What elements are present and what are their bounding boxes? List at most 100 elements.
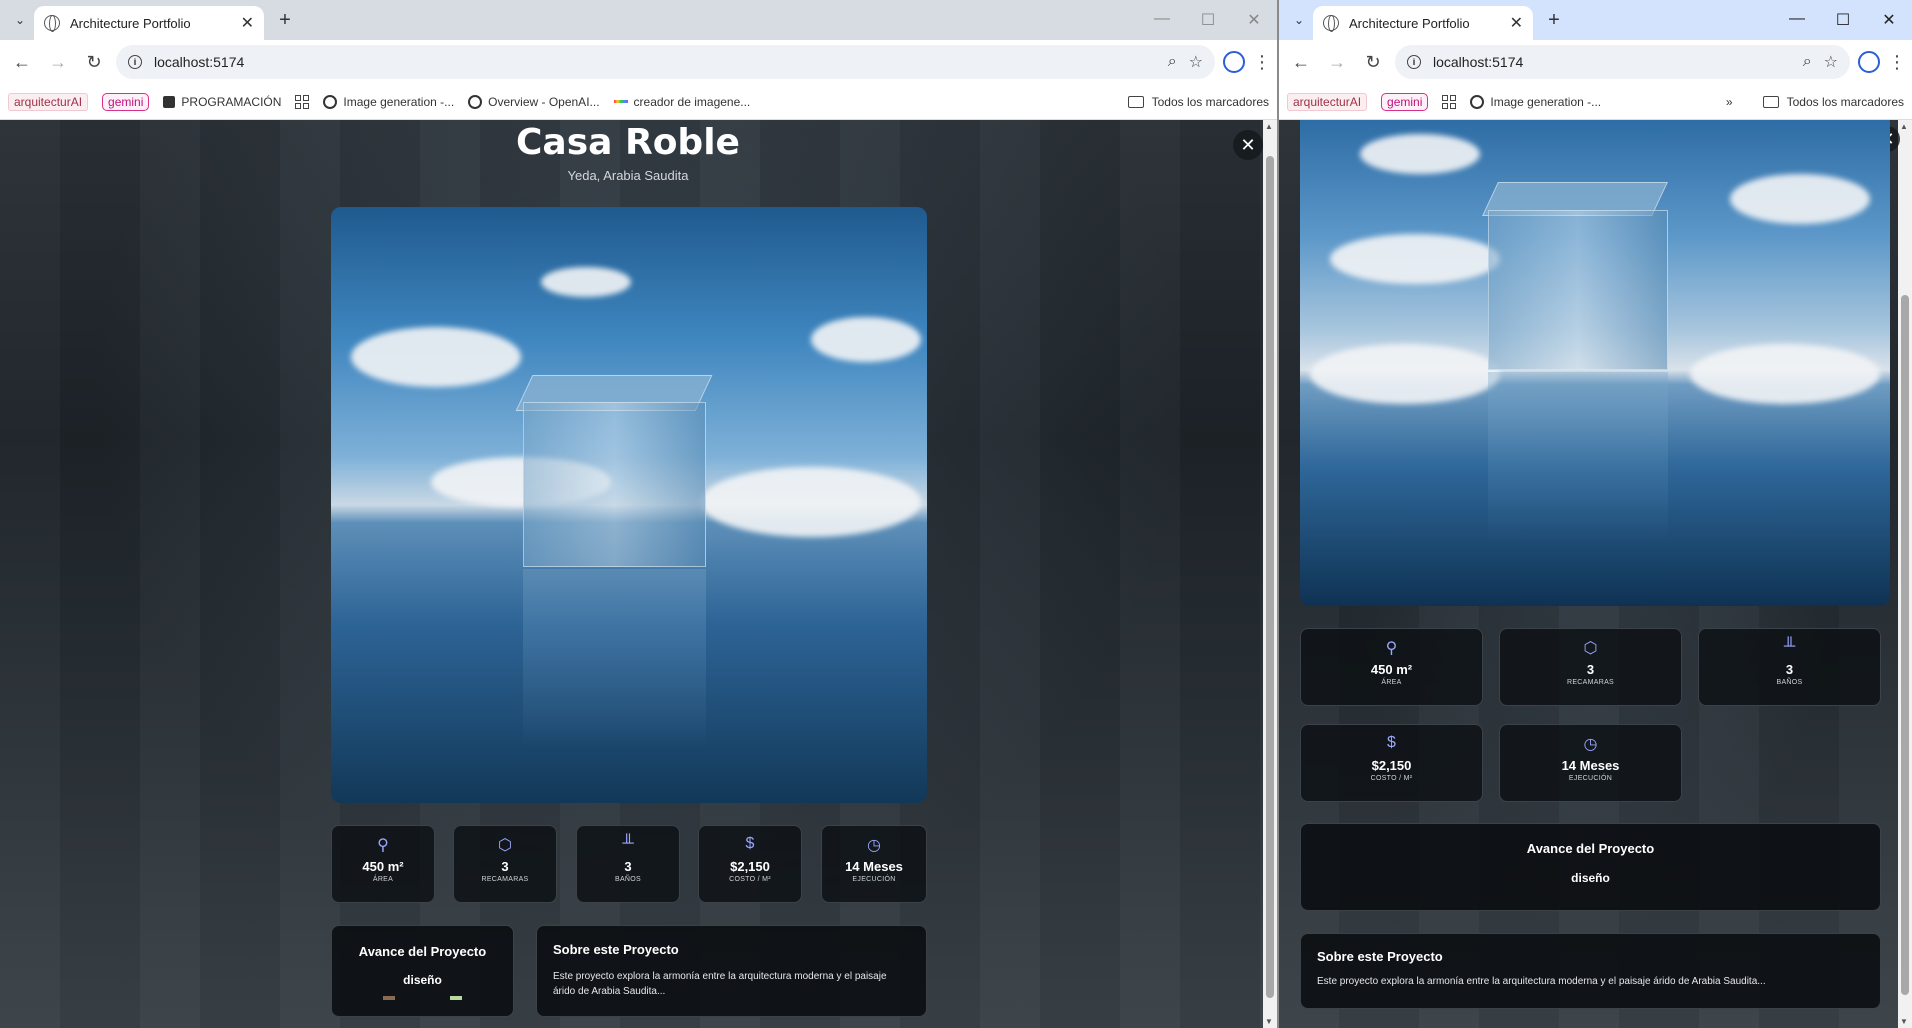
scroll-up-icon[interactable]: ▲ bbox=[1265, 122, 1273, 131]
all-bookmarks-label: Todos los marcadores bbox=[1151, 94, 1269, 109]
progress-title: Avance del Proyecto bbox=[358, 944, 487, 959]
close-window-icon[interactable]: ✕ bbox=[1231, 10, 1277, 30]
maximize-icon[interactable]: ☐ bbox=[1185, 10, 1231, 30]
project-location: Yeda, Arabia Saudita bbox=[567, 168, 689, 183]
openai-icon bbox=[468, 94, 483, 109]
window-controls: — ☐ ✕ bbox=[1774, 10, 1912, 30]
scrollbar-thumb[interactable] bbox=[1901, 295, 1909, 995]
openai-icon bbox=[323, 94, 338, 109]
all-bookmarks[interactable]: Todos los marcadores bbox=[1127, 94, 1269, 109]
back-icon[interactable]: ← bbox=[1287, 48, 1315, 76]
tab-architecture-portfolio[interactable]: Architecture Portfolio ✕ bbox=[34, 6, 264, 40]
scroll-down-icon[interactable]: ▼ bbox=[1265, 1017, 1273, 1026]
about-text: Este proyecto explora la armonía entre l… bbox=[1317, 976, 1766, 987]
bookmark-image-generation[interactable]: Image generation -... bbox=[323, 94, 454, 109]
forward-icon[interactable]: → bbox=[1323, 48, 1351, 76]
folder-icon bbox=[1762, 95, 1779, 108]
new-tab-button[interactable]: + bbox=[270, 9, 300, 32]
progress-card: Avance del Proyecto diseño bbox=[1300, 823, 1881, 911]
about-title: Sobre este Proyecto bbox=[1317, 949, 1443, 964]
tab-strip: ⌄ Architecture Portfolio ✕ + — ☐ ✕ bbox=[0, 0, 1277, 40]
close-window-icon[interactable]: ✕ bbox=[1866, 10, 1912, 30]
stat-value: $2,150 bbox=[1371, 758, 1412, 773]
clock-icon: ◷ bbox=[1583, 736, 1598, 753]
all-bookmarks-label: Todos los marcadores bbox=[1786, 94, 1904, 109]
scroll-down-icon[interactable]: ▼ bbox=[1900, 1017, 1908, 1026]
bookmark-star-icon[interactable]: ☆ bbox=[1824, 52, 1838, 72]
zoom-icon[interactable]: ⌕ bbox=[1803, 53, 1812, 71]
bookmark-arquitecturai[interactable]: arquitecturAI bbox=[1287, 92, 1368, 111]
bookmark-label: Image generation -... bbox=[1490, 94, 1602, 109]
stat-value: 14 Meses bbox=[1561, 758, 1620, 773]
tab-search-chevron-icon[interactable]: ⌄ bbox=[1285, 6, 1313, 34]
progress-dot-green bbox=[450, 996, 462, 1000]
address-bar[interactable]: i localhost:5174 ⌕ ☆ bbox=[1395, 45, 1850, 79]
stat-area: ⚲ 450 m² ÁREA bbox=[331, 825, 435, 903]
project-image bbox=[331, 207, 927, 803]
apps-icon[interactable] bbox=[1442, 94, 1457, 109]
bookmark-gemini[interactable]: gemini bbox=[1381, 92, 1429, 111]
close-tab-icon[interactable]: ✕ bbox=[1510, 13, 1523, 33]
area-icon: ⚲ bbox=[1385, 640, 1398, 657]
menu-icon[interactable]: ⋮ bbox=[1888, 52, 1906, 73]
bookmark-overview-openai[interactable]: Overview - OpenAI... bbox=[468, 94, 600, 109]
apps-icon[interactable] bbox=[295, 94, 310, 109]
bath-icon: ╨ bbox=[622, 835, 634, 852]
close-tab-icon[interactable]: ✕ bbox=[241, 13, 254, 33]
clock-icon: ◷ bbox=[867, 837, 881, 854]
site-info-icon[interactable]: i bbox=[1407, 55, 1421, 69]
minimize-icon[interactable]: — bbox=[1774, 10, 1820, 30]
stat-label: RECAMARAS bbox=[1566, 679, 1615, 686]
bookmark-arquitecturai[interactable]: arquitecturAI bbox=[8, 92, 89, 111]
stat-cost: $ $2,150 COSTO / M² bbox=[698, 825, 802, 903]
stat-bedrooms: ⬡ 3 RECAMARAS bbox=[1499, 628, 1682, 706]
bookmark-gemini[interactable]: gemini bbox=[102, 92, 150, 111]
scrollbar[interactable]: ▲ ▼ bbox=[1263, 120, 1277, 1028]
stat-label: EJECUCIÓN bbox=[852, 876, 896, 883]
site-info-icon[interactable]: i bbox=[128, 55, 142, 69]
zoom-icon[interactable]: ⌕ bbox=[1168, 53, 1177, 71]
tab-architecture-portfolio[interactable]: Architecture Portfolio ✕ bbox=[1313, 6, 1533, 40]
stat-label: ÁREA bbox=[372, 876, 394, 883]
url-text[interactable]: localhost:5174 bbox=[1433, 54, 1791, 70]
stat-cost: $ $2,150 COSTO / M² bbox=[1300, 724, 1483, 802]
address-bar[interactable]: i localhost:5174 ⌕ ☆ bbox=[116, 45, 1215, 79]
bookmark-creador[interactable]: creador de imagene... bbox=[613, 95, 750, 109]
stat-value: 3 bbox=[1586, 662, 1595, 677]
stat-label: RECAMARAS bbox=[481, 876, 529, 883]
reload-icon[interactable]: ↻ bbox=[80, 48, 108, 76]
forward-icon[interactable]: → bbox=[44, 48, 72, 76]
profile-icon[interactable] bbox=[1223, 51, 1245, 73]
scrollbar[interactable]: ▲ ▼ bbox=[1898, 120, 1912, 1028]
maximize-icon[interactable]: ☐ bbox=[1820, 10, 1866, 30]
new-tab-button[interactable]: + bbox=[1539, 9, 1569, 32]
url-text[interactable]: localhost:5174 bbox=[154, 54, 1156, 70]
bookmarks-overflow[interactable]: » Todos los marcadores bbox=[1726, 95, 1904, 109]
cost-icon: $ bbox=[1387, 734, 1396, 751]
progress-dot-brown bbox=[383, 996, 395, 1000]
bookmark-label: Overview - OpenAI... bbox=[488, 94, 600, 109]
minimize-icon[interactable]: — bbox=[1139, 10, 1185, 30]
stat-value: 450 m² bbox=[1370, 662, 1413, 677]
folder-icon bbox=[1127, 95, 1144, 108]
stat-value: 450 m² bbox=[362, 859, 404, 874]
window-controls: — ☐ ✕ bbox=[1139, 10, 1277, 30]
back-icon[interactable]: ← bbox=[8, 48, 36, 76]
bookmark-label: PROGRAMACIÓN bbox=[181, 94, 282, 109]
scroll-up-icon[interactable]: ▲ bbox=[1900, 122, 1908, 131]
stat-value: 3 bbox=[624, 859, 632, 874]
tab-search-chevron-icon[interactable]: ⌄ bbox=[6, 6, 34, 34]
chevron-double-right-icon[interactable]: » bbox=[1726, 95, 1733, 109]
bookmark-image-generation[interactable]: Image generation -... bbox=[1470, 94, 1602, 109]
about-text: Este proyecto explora la armonía entre l… bbox=[553, 971, 887, 997]
bookmark-star-icon[interactable]: ☆ bbox=[1189, 52, 1203, 72]
menu-icon[interactable]: ⋮ bbox=[1253, 52, 1271, 73]
about-title: Sobre este Proyecto bbox=[553, 942, 679, 957]
scrollbar-thumb[interactable] bbox=[1266, 156, 1274, 998]
bookmark-programacion[interactable]: PROGRAMACIÓN bbox=[163, 95, 281, 109]
stat-label: COSTO / M² bbox=[729, 876, 771, 883]
profile-icon[interactable] bbox=[1858, 51, 1880, 73]
square-icon bbox=[163, 95, 176, 108]
globe-icon bbox=[1323, 15, 1339, 32]
reload-icon[interactable]: ↻ bbox=[1359, 48, 1387, 76]
